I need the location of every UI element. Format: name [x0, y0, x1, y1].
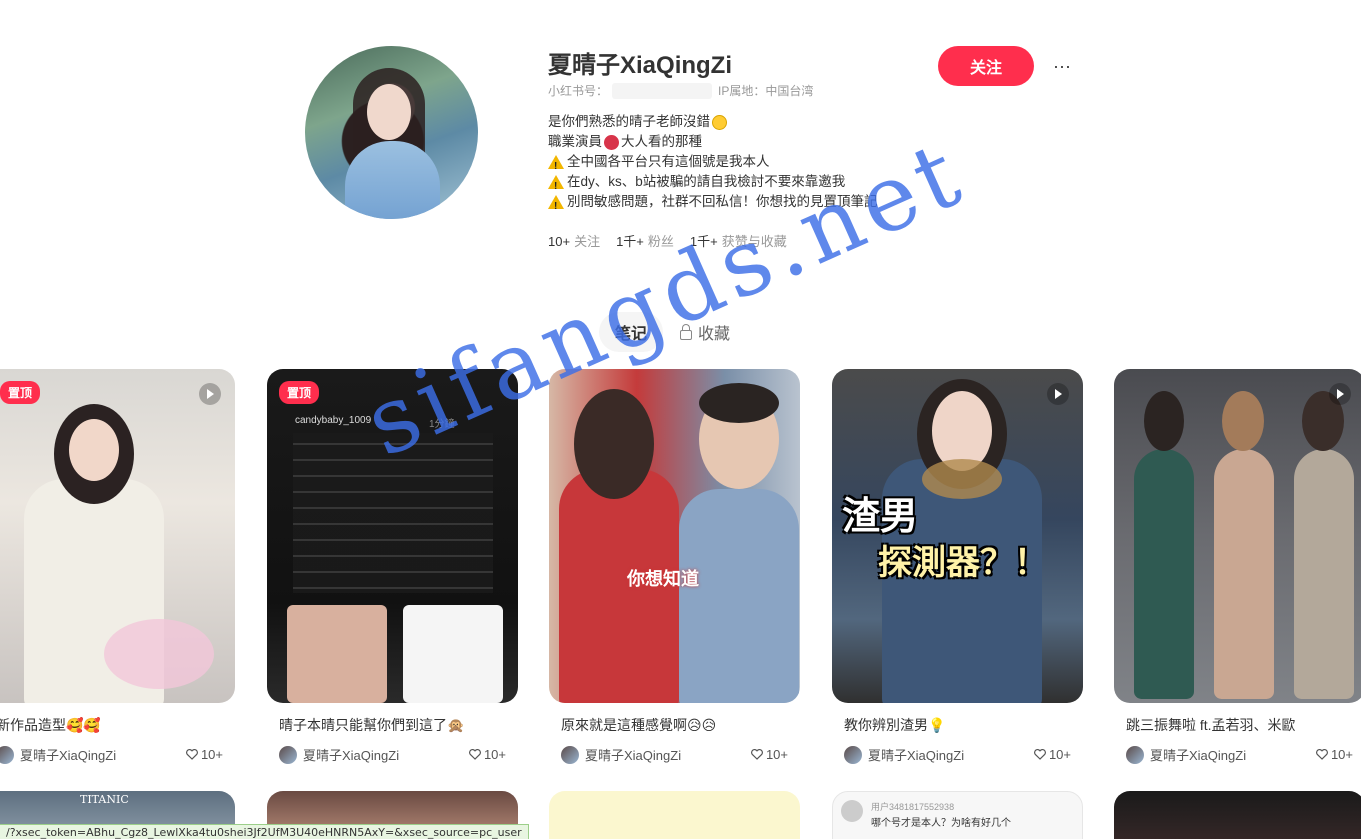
smile-emoji-icon — [712, 114, 727, 130]
lock-icon — [680, 324, 692, 340]
note-footer: 夏晴子XiaQingZi 10+ — [1126, 745, 1361, 764]
stat-following[interactable]: 10+ 关注 — [548, 231, 600, 250]
note-card[interactable]: 跳三振舞啦 ft.孟若羽、米歐 夏晴子XiaQingZi 10+ — [1114, 369, 1361, 764]
heart-icon — [1316, 749, 1328, 760]
cover-caption: 你想知道 — [627, 569, 699, 589]
author-avatar[interactable] — [1126, 745, 1144, 764]
bio-line: 在dy、ks、b站被騙的請自我檢討不要來靠邀我 — [548, 172, 878, 197]
note-footer: 夏晴子XiaQingZi 10+ — [0, 745, 235, 764]
profile-stats: 10+ 关注 1千+ 粉丝 1千+ 获赞与收藏 — [548, 231, 787, 250]
like-button[interactable]: 10+ — [186, 747, 223, 762]
heart-icon — [469, 749, 481, 760]
note-card[interactable]: 你想知道 原來就是這種感覺啊😥😥 夏晴子XiaQingZi 10+ — [549, 369, 800, 764]
profile-meta: 小红书号： IP属地：中国台湾 — [548, 82, 813, 99]
note-footer: 夏晴子XiaQingZi 10+ — [844, 745, 1083, 764]
note-title[interactable]: 新作品造型🥰🥰 — [0, 715, 235, 735]
tab-notes[interactable]: 笔记 — [599, 312, 663, 352]
devil-emoji-icon — [604, 134, 619, 150]
profile-bio: 是你們熟悉的晴子老師沒錯 職業演員大人看的那種 全中國各平台只有這個號是我本人 … — [548, 112, 878, 217]
heart-icon — [751, 749, 763, 760]
like-button[interactable]: 10+ — [1316, 747, 1353, 762]
play-icon — [1329, 383, 1351, 405]
bio-line: 全中國各平台只有這個號是我本人 — [548, 152, 878, 177]
redbook-id-value-redacted — [612, 82, 713, 99]
bio-line: 是你們熟悉的晴子老師沒錯 — [548, 112, 878, 132]
warning-icon — [548, 195, 564, 217]
bio-line: 別問敏感問題，社群不回私信！你想找的見置頂筆記 — [548, 192, 878, 217]
note-author[interactable]: 夏晴子XiaQingZi — [20, 745, 186, 764]
bio-line: 職業演員 大人看的那種 — [548, 134, 702, 150]
status-bar-url: /?xsec_token=ABhu_Cgz8_LewlXka4tu0shei3J… — [0, 824, 529, 839]
author-avatar[interactable] — [844, 745, 862, 764]
stat-likes-collects[interactable]: 1千+ 获赞与收藏 — [690, 231, 787, 250]
warning-icon — [548, 175, 564, 197]
like-button[interactable]: 10+ — [1034, 747, 1071, 762]
note-footer: 夏晴子XiaQingZi 10+ — [561, 745, 800, 764]
play-icon — [199, 383, 221, 405]
note-card[interactable]: 置顶 新作品造型🥰🥰 夏晴子XiaQingZi 10+ — [0, 369, 235, 764]
redbook-id-label: 小红书号： — [548, 84, 609, 98]
profile-nickname: 夏晴子XiaQingZi — [548, 52, 733, 79]
note-title[interactable]: 教你辨別渣男💡 — [844, 715, 1083, 735]
heart-icon — [186, 749, 198, 760]
pinned-badge: 置顶 — [0, 381, 41, 404]
comment-text: 哪个号才是本人？为啥有好几个 — [871, 818, 1011, 829]
note-footer: 夏晴子XiaQingZi 10+ — [279, 745, 518, 764]
profile-page: 夏晴子XiaQingZi 小红书号： IP属地：中国台湾 关注 ··· 是你們熟… — [0, 0, 1361, 839]
note-cover[interactable]: candybaby_1009 1分鐘 置顶 — [267, 369, 518, 703]
cover-caption-line2: 探測器？！ — [878, 543, 1048, 583]
note-cover[interactable]: 渣男 探測器？！ — [832, 369, 1083, 703]
cover-caption-line1: 渣男 — [842, 493, 919, 538]
like-count: 10+ — [1330, 747, 1353, 762]
note-cover[interactable]: 你想知道 — [549, 369, 800, 703]
tab-collect[interactable]: 收藏 — [680, 312, 730, 352]
author-avatar[interactable] — [0, 745, 14, 764]
note-cover[interactable]: 用户3481817552938 哪个号才是本人？为啥有好几个 — [832, 791, 1083, 839]
note-title[interactable]: 跳三振舞啦 ft.孟若羽、米歐 — [1126, 715, 1361, 735]
like-count: 10+ — [765, 747, 788, 762]
like-count: 10+ — [1048, 747, 1071, 762]
stat-followers[interactable]: 1千+ 粉丝 — [616, 231, 674, 250]
more-options-button[interactable]: ··· — [1048, 52, 1076, 80]
warning-icon — [548, 155, 564, 177]
note-cover[interactable]: 置顶 — [0, 369, 235, 703]
heart-icon — [1034, 749, 1046, 760]
like-count: 10+ — [200, 747, 223, 762]
note-author[interactable]: 夏晴子XiaQingZi — [303, 745, 469, 764]
note-author[interactable]: 夏晴子XiaQingZi — [868, 745, 1034, 764]
note-cover[interactable] — [1114, 791, 1361, 839]
note-title[interactable]: 原來就是這種感覺啊😥😥 — [561, 715, 800, 735]
comment-user: candybaby_1009 — [295, 415, 372, 426]
like-count: 10+ — [483, 747, 506, 762]
like-button[interactable]: 10+ — [469, 747, 506, 762]
note-author[interactable]: 夏晴子XiaQingZi — [1150, 745, 1316, 764]
author-avatar[interactable] — [561, 745, 579, 764]
note-title[interactable]: 晴子本晴只能幫你們到這了🙊 — [279, 715, 518, 735]
note-card[interactable]: 渣男 探測器？！ 教你辨別渣男💡 夏晴子XiaQingZi 10+ — [832, 369, 1083, 764]
note-cover[interactable] — [549, 791, 800, 839]
comment-user: 用户3481817552938 — [871, 802, 955, 812]
note-card[interactable]: candybaby_1009 1分鐘 置顶 晴子本晴只能幫你們到這了🙊 夏晴子X… — [267, 369, 518, 764]
author-avatar[interactable] — [279, 745, 297, 764]
play-icon — [1047, 383, 1069, 405]
comment-time: 1分鐘 — [429, 419, 455, 430]
note-author[interactable]: 夏晴子XiaQingZi — [585, 745, 751, 764]
ip-location: IP属地：中国台湾 — [718, 84, 814, 98]
like-button[interactable]: 10+ — [751, 747, 788, 762]
profile-avatar — [305, 46, 478, 219]
cover-caption: TITANIC — [80, 793, 129, 806]
note-cover[interactable] — [1114, 369, 1361, 703]
pinned-badge: 置顶 — [279, 381, 320, 404]
follow-button[interactable]: 关注 — [938, 46, 1034, 86]
